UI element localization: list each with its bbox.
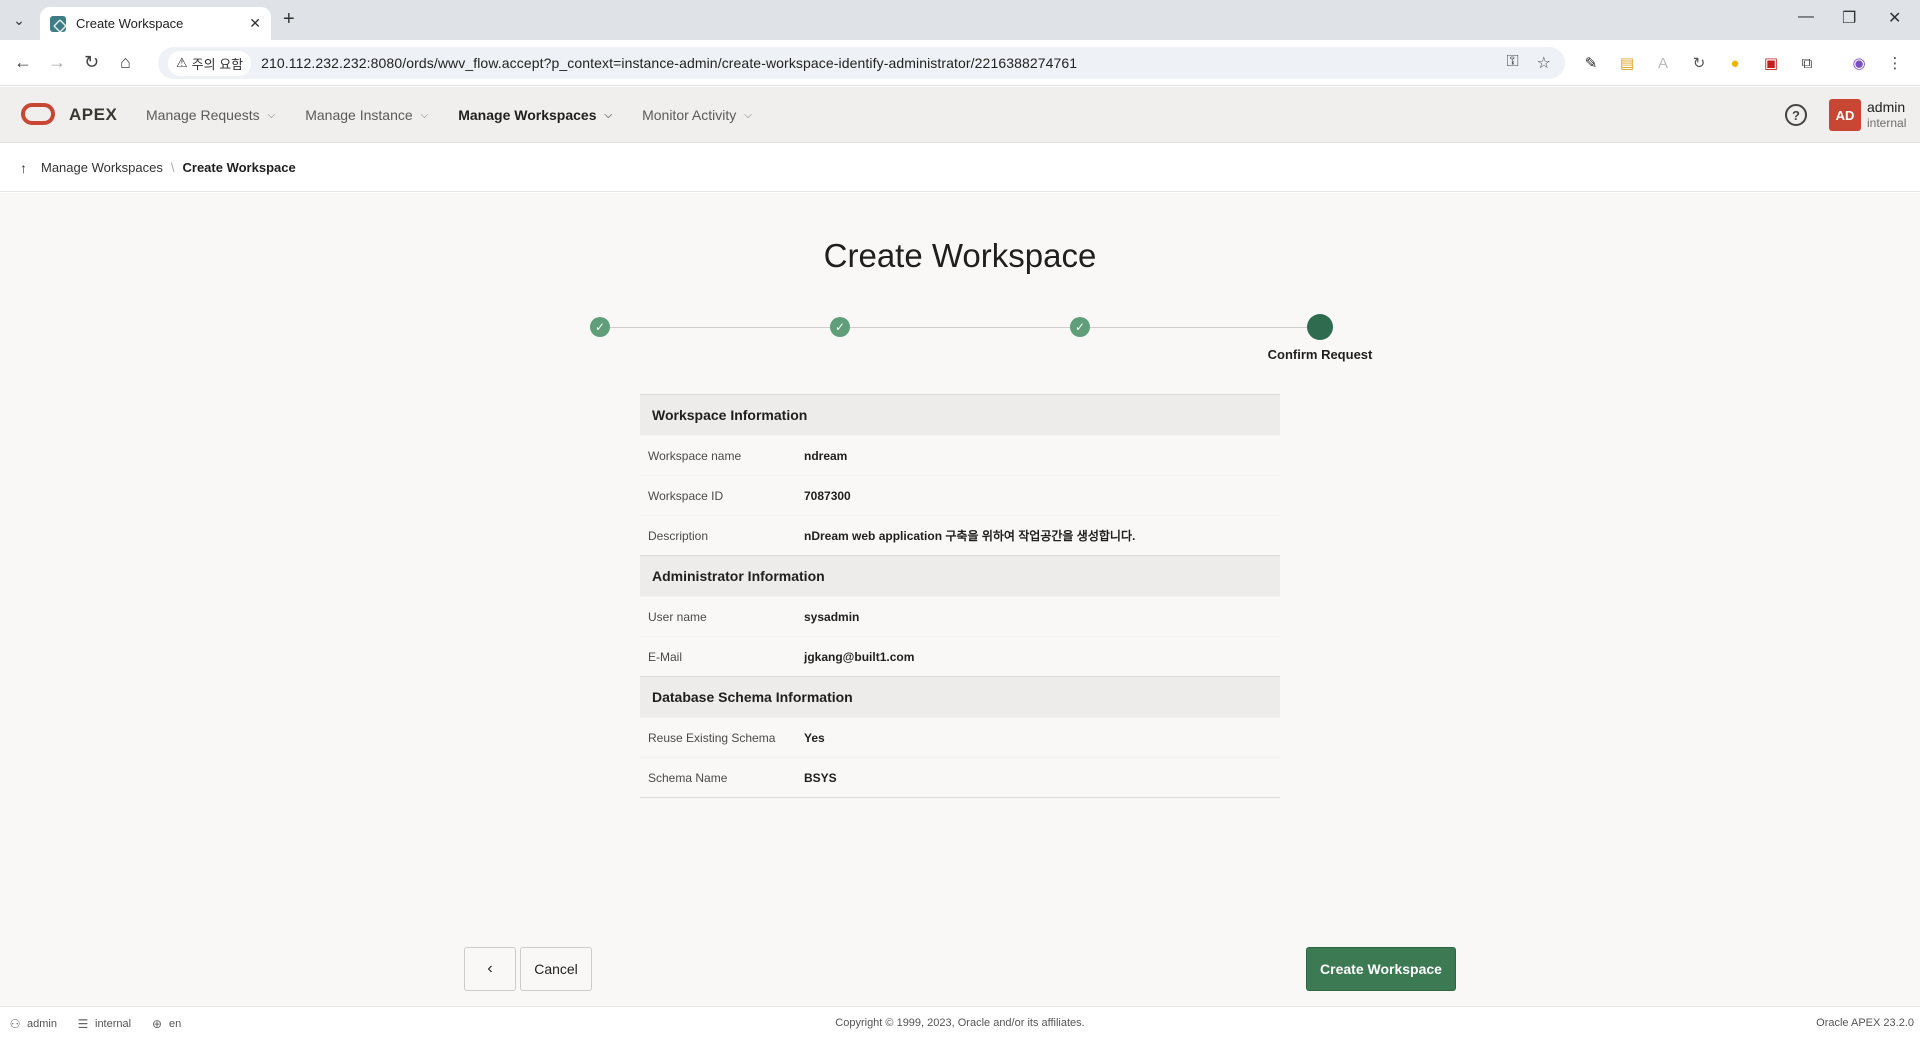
user-name-label: User name — [648, 609, 707, 624]
browser-menu-icon[interactable]: ⋮ — [1885, 53, 1905, 73]
nav-label: Monitor Activity — [642, 107, 737, 123]
workspace-name-value: ndream — [804, 448, 848, 463]
minimize-icon[interactable]: — — [1798, 8, 1814, 26]
nav-manage-instance[interactable]: Manage Instance ⌵ — [305, 107, 428, 123]
refresh-extension-icon[interactable]: ↻ — [1689, 53, 1709, 73]
summary-row: Workspace name ndream — [640, 435, 1280, 475]
forward-arrow-icon[interactable]: → — [48, 52, 66, 73]
email-label: E-Mail — [648, 649, 683, 664]
reuse-schema-label: Reuse Existing Schema — [648, 730, 776, 745]
restore-icon[interactable]: ❐ — [1842, 8, 1856, 28]
breadcrumb-current: Create Workspace — [182, 160, 296, 175]
breadcrumb: ↑ Manage Workspaces \ Create Workspace — [0, 144, 1920, 192]
apex-version: Oracle APEX 23.2.0 — [1816, 1017, 1914, 1029]
font-extension-icon[interactable]: A — [1653, 53, 1673, 73]
nav-monitor-activity[interactable]: Monitor Activity ⌵ — [642, 107, 752, 123]
oracle-logo-icon[interactable] — [21, 103, 55, 125]
description-label: Description — [648, 528, 709, 543]
schema-name-label: Schema Name — [648, 770, 728, 785]
workspace-name-label: Workspace name — [648, 448, 742, 463]
home-icon[interactable]: ⌂ — [120, 52, 131, 73]
apex-header: APEX Manage Requests ⌵ Manage Instance ⌵… — [0, 87, 1920, 143]
nav-label: Manage Requests — [146, 107, 260, 123]
password-key-icon[interactable]: ⚿ — [1506, 53, 1518, 73]
reuse-schema-value: Yes — [804, 730, 825, 745]
cancel-button[interactable]: Cancel — [520, 947, 592, 991]
user-workspace: internal — [1867, 116, 1907, 130]
window-close-icon[interactable]: ✕ — [1888, 8, 1901, 28]
page-title: Create Workspace — [823, 237, 1097, 274]
email-value: jgkang@built1.com — [804, 649, 915, 664]
url-text[interactable]: 210.112.232.232:8080/ords/wwv_flow.accep… — [261, 55, 1077, 71]
address-bar[interactable]: ⚠ 주의 요함 210.112.232.232:8080/ords/wwv_fl… — [158, 47, 1565, 79]
admin-info-heading: Administrator Information — [640, 555, 1280, 596]
schema-info-heading: Database Schema Information — [640, 676, 1280, 717]
wizard-step-4-current — [1307, 314, 1333, 340]
nav-label: Manage Workspaces — [458, 107, 597, 123]
nav-manage-requests[interactable]: Manage Requests ⌵ — [146, 107, 275, 123]
copyright: Copyright © 1999, 2023, Oracle and/or it… — [835, 1017, 1085, 1029]
summary-row: Workspace ID 7087300 — [640, 475, 1280, 515]
nav-label: Manage Instance — [305, 107, 413, 123]
reload-icon[interactable]: ↻ — [84, 52, 99, 73]
summary-row: User name sysadmin — [640, 596, 1280, 636]
workspace-info-heading: Workspace Information — [640, 394, 1280, 435]
warning-triangle-icon: ⚠ — [176, 55, 188, 70]
schema-name-value: BSYS — [804, 770, 837, 785]
browser-toolbar: ← → ↻ ⌂ ⚠ 주의 요함 210.112.232.232:8080/ord… — [0, 40, 1920, 86]
summary-row: Description nDream web application 구축을 위… — [640, 515, 1280, 555]
chevron-down-icon: ⌵ — [744, 109, 752, 121]
wizard-progress-line — [600, 327, 1320, 328]
extensions-puzzle-icon[interactable]: ⧉ — [1797, 53, 1817, 73]
summary-region: Workspace Information Workspace name ndr… — [640, 394, 1280, 798]
apex-favicon-icon — [50, 15, 66, 32]
breadcrumb-separator: \ — [170, 160, 175, 175]
breadcrumb-manage-workspaces[interactable]: Manage Workspaces — [41, 160, 163, 175]
security-warning-label: 주의 요함 — [191, 56, 244, 72]
wizard-step-1-done-check-icon: ✓ — [590, 317, 610, 337]
summary-row: Reuse Existing Schema Yes — [640, 717, 1280, 757]
previous-button[interactable]: ‹ — [464, 947, 516, 991]
bookmark-star-icon[interactable]: ☆ — [1537, 53, 1551, 73]
wizard-step-3-done-check-icon: ✓ — [1070, 317, 1090, 337]
avatar[interactable]: AD — [1829, 99, 1861, 131]
help-icon[interactable]: ? — [1785, 104, 1807, 126]
create-workspace-button[interactable]: Create Workspace — [1306, 947, 1456, 991]
workspace-id-value: 7087300 — [804, 488, 851, 503]
footer: ⚇ admin ☰ internal ⊕ en Copyright © 1999… — [0, 1006, 1920, 1040]
profile-icon[interactable]: ◉ — [1849, 53, 1869, 73]
workspace-id-label: Workspace ID — [648, 488, 724, 503]
eyedropper-extension-icon[interactable]: ✎ — [1581, 53, 1601, 73]
summary-row: E-Mail jgkang@built1.com — [640, 636, 1280, 676]
top-navigation: Manage Requests ⌵ Manage Instance ⌵ Mana… — [146, 87, 782, 143]
chevron-down-icon: ⌵ — [267, 109, 276, 121]
main-content: Create Workspace ✓ ✓ ✓ Confirm Request W… — [0, 193, 1920, 1006]
nav-manage-workspaces[interactable]: Manage Workspaces ⌵ — [458, 107, 612, 123]
wizard-step-2-done-check-icon: ✓ — [830, 317, 850, 337]
user-name-value: sysadmin — [804, 609, 860, 624]
summary-row: Schema Name BSYS — [640, 757, 1280, 797]
browser-tab[interactable]: Create Workspace ✕ — [40, 7, 271, 40]
tab-close-icon[interactable]: ✕ — [249, 15, 261, 32]
browser-tab-bar: ⌄ Create Workspace ✕ + — ❐ ✕ — [0, 0, 1920, 40]
chevron-down-icon: ⌵ — [604, 109, 613, 121]
apex-logo-text[interactable]: APEX — [69, 105, 117, 125]
back-arrow-icon[interactable]: ← — [14, 52, 32, 73]
tab-title: Create Workspace — [76, 16, 184, 31]
user-name[interactable]: admin — [1867, 99, 1905, 115]
description-value: nDream web application 구축을 위하여 작업공간을 생성합… — [804, 529, 1136, 543]
chevron-down-icon: ⌵ — [420, 109, 429, 121]
weather-extension-icon[interactable]: ● — [1725, 53, 1745, 73]
arrow-up-icon[interactable]: ↑ — [20, 160, 27, 176]
security-warning-chip[interactable]: ⚠ 주의 요함 — [168, 50, 252, 76]
tab-search-chevron-icon[interactable]: ⌄ — [8, 9, 30, 31]
pdf-extension-icon[interactable]: ▣ — [1761, 53, 1781, 73]
new-tab-plus-icon[interactable]: + — [283, 8, 295, 31]
wizard-step-label: Confirm Request — [1267, 347, 1373, 362]
notes-extension-icon[interactable]: ▤ — [1617, 53, 1637, 73]
